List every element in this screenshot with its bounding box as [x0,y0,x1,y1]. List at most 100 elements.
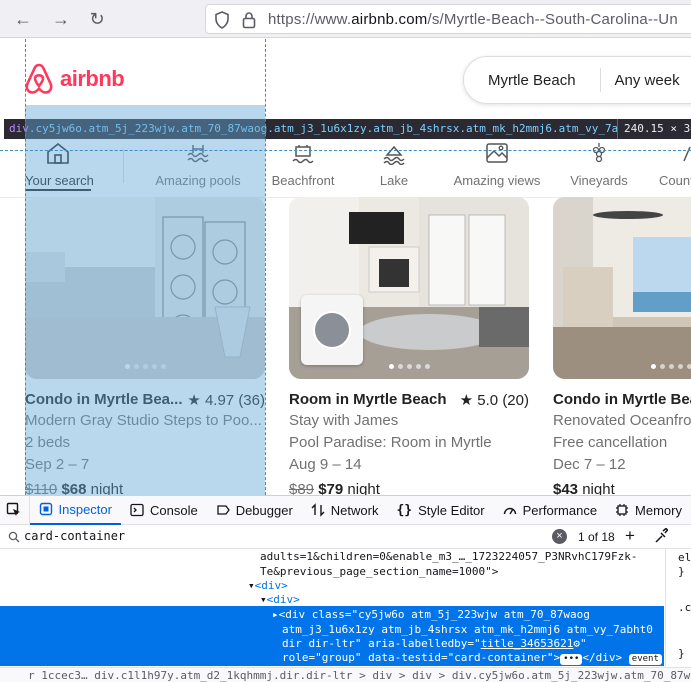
listing-title: Condo in Myrtle Bea [553,391,691,408]
listing-card[interactable]: Condo in Myrtle Bea... ★ 4.97 (36) Moder… [25,197,265,495]
element-picker-button[interactable] [0,495,30,525]
category-bar: Your search Amazing pools Beachfront Lak… [0,137,691,197]
inspector-guide-line [0,150,691,151]
tab-memory[interactable]: Memory [606,496,691,525]
host-avatar [313,311,351,349]
listing-photo[interactable] [553,197,691,379]
picker-icon [7,502,21,516]
category-label: Amazing views [453,173,541,188]
tab-style-editor[interactable]: {} Style Editor [387,496,493,525]
markup-line[interactable]: ▾<div> [260,592,300,607]
tab-inspector[interactable]: Inspector [29,496,121,525]
search-pill[interactable]: Myrtle Beach Any week [463,56,691,104]
performance-icon [503,507,516,515]
debugger-icon [217,505,230,515]
browser-toolbar: ← → ↻ https://www.airbnb.com/s/Myrtle-Be… [0,0,691,38]
lock-icon[interactable] [242,11,256,34]
listing-subtitle: Renovated Oceanfro [553,412,691,429]
category-label: Your search [25,173,94,188]
expand-toggle-icon[interactable]: ▾ [248,579,255,592]
inspector-search-bar[interactable]: card-container × 1 of 18 + [0,525,691,549]
category-your-search[interactable]: Your search [25,137,94,197]
airbnb-page: airbnb Myrtle Beach Any week Your search… [0,39,691,495]
rules-text: } [678,647,685,660]
listing-dates: Sep 2 – 7 [25,456,90,473]
home-icon [47,142,69,164]
back-icon[interactable]: ← [12,8,34,30]
listing-card[interactable]: Room in Myrtle Beach ★ 5.0 (20) Stay wit… [289,197,529,495]
tab-debugger[interactable]: Debugger [207,496,302,525]
reload-icon[interactable]: ↻ [86,8,108,30]
lake-icon [383,145,405,165]
listing-price: $89 $79 night [289,481,380,495]
tab-console[interactable]: Console [121,496,207,525]
category-label: Amazing pools [155,173,241,188]
markup-line: atm_j3_1u6x1zy atm_jb_4shrsx atm_mk_h2mm… [282,623,653,636]
search-location-button[interactable]: Myrtle Beach [464,72,600,89]
url-text: https://www.airbnb.com/s/Myrtle-Beach--S… [268,11,678,28]
star-icon: ★ [187,392,201,409]
style-editor-icon: {} [396,502,413,518]
forward-icon[interactable]: → [50,8,72,30]
category-vineyards[interactable]: Vineyards [568,137,630,197]
network-icon [311,503,325,517]
photo-carousel-dots [553,364,691,369]
markup-line: role="group" data-testid="card-container… [282,650,662,665]
expand-toggle-icon[interactable]: ▸ [272,608,279,621]
aria-link[interactable]: title_34653621 [481,637,574,650]
photo-carousel-dots [25,364,265,369]
tab-network[interactable]: Network [302,496,388,525]
listing-dates: Aug 9 – 14 [289,456,362,473]
listing-photo-art [553,197,691,379]
pool-icon [187,145,209,163]
tab-performance[interactable]: Performance [494,496,606,525]
listing-photo[interactable] [289,197,529,379]
url-bar[interactable]: https://www.airbnb.com/s/Myrtle-Beach--S… [205,4,691,34]
listing-card[interactable]: Condo in Myrtle Bea Renovated Oceanfro F… [553,197,691,495]
listing-photo[interactable] [25,197,265,379]
markup-line: Te&previous_page_section_name=1000"> [260,565,499,578]
markup-view[interactable]: adults=1&children=0&enable_m3_…_17232240… [0,549,664,667]
search-dates-button[interactable]: Any week [601,72,691,89]
breadcrumb[interactable]: r 1ccec3… div.c1l1h97y.atm_d2_1kqhmmj.di… [0,667,691,682]
views-icon [486,143,508,163]
category-lake[interactable]: Lake [370,137,418,197]
match-count: 1 of 18 [578,530,615,544]
listing-title: Room in Myrtle Beach [289,391,447,408]
gear-icon[interactable]: ⚙ [573,637,580,650]
star-icon: ★ [459,392,474,409]
airbnb-logo[interactable]: airbnb [24,63,125,95]
shield-icon[interactable] [214,11,230,34]
selected-markup-node[interactable]: ▸<div class="cy5jw6o atm_5j_223wjw atm_7… [0,606,664,666]
markup-line[interactable]: ▾<div> [248,578,288,593]
category-beachfront[interactable]: Beachfront [266,137,340,197]
search-icon [8,531,20,543]
rules-text: el [678,551,691,564]
event-badge[interactable]: event [628,654,662,665]
listing-detail: Free cancellation [553,434,668,451]
listing-detail: Pool Paradise: Room in Myrtle [289,434,492,451]
category-countryside[interactable]: Count [656,137,691,197]
rules-text: .c [678,601,691,614]
logo-text: airbnb [60,66,125,91]
collapsed-children-badge[interactable]: ••• [560,654,583,665]
listing-rating: ★ 4.97 (36) [187,392,265,409]
countryside-icon [683,146,691,162]
add-node-icon[interactable]: + [625,526,635,546]
listing-price: $110 $68 night [25,481,124,495]
category-amazing-views[interactable]: Amazing views [452,137,542,197]
memory-icon [616,504,629,516]
category-separator [123,149,124,183]
inspector-guide-line [265,39,266,495]
active-category-underline [25,189,91,191]
rules-text: } [678,565,685,578]
beach-icon [292,145,314,164]
clear-search-icon[interactable]: × [552,529,567,544]
search-input[interactable]: card-container [24,529,125,543]
expand-toggle-icon[interactable]: ▾ [260,593,267,606]
category-amazing-pools[interactable]: Amazing pools [152,137,244,197]
listing-subtitle: Modern Gray Studio Steps to Poo... [25,412,262,429]
eyedropper-icon[interactable] [654,528,668,544]
inspector-guide-line [25,39,26,495]
rules-sidebar-edge: el } .c } [665,549,691,667]
